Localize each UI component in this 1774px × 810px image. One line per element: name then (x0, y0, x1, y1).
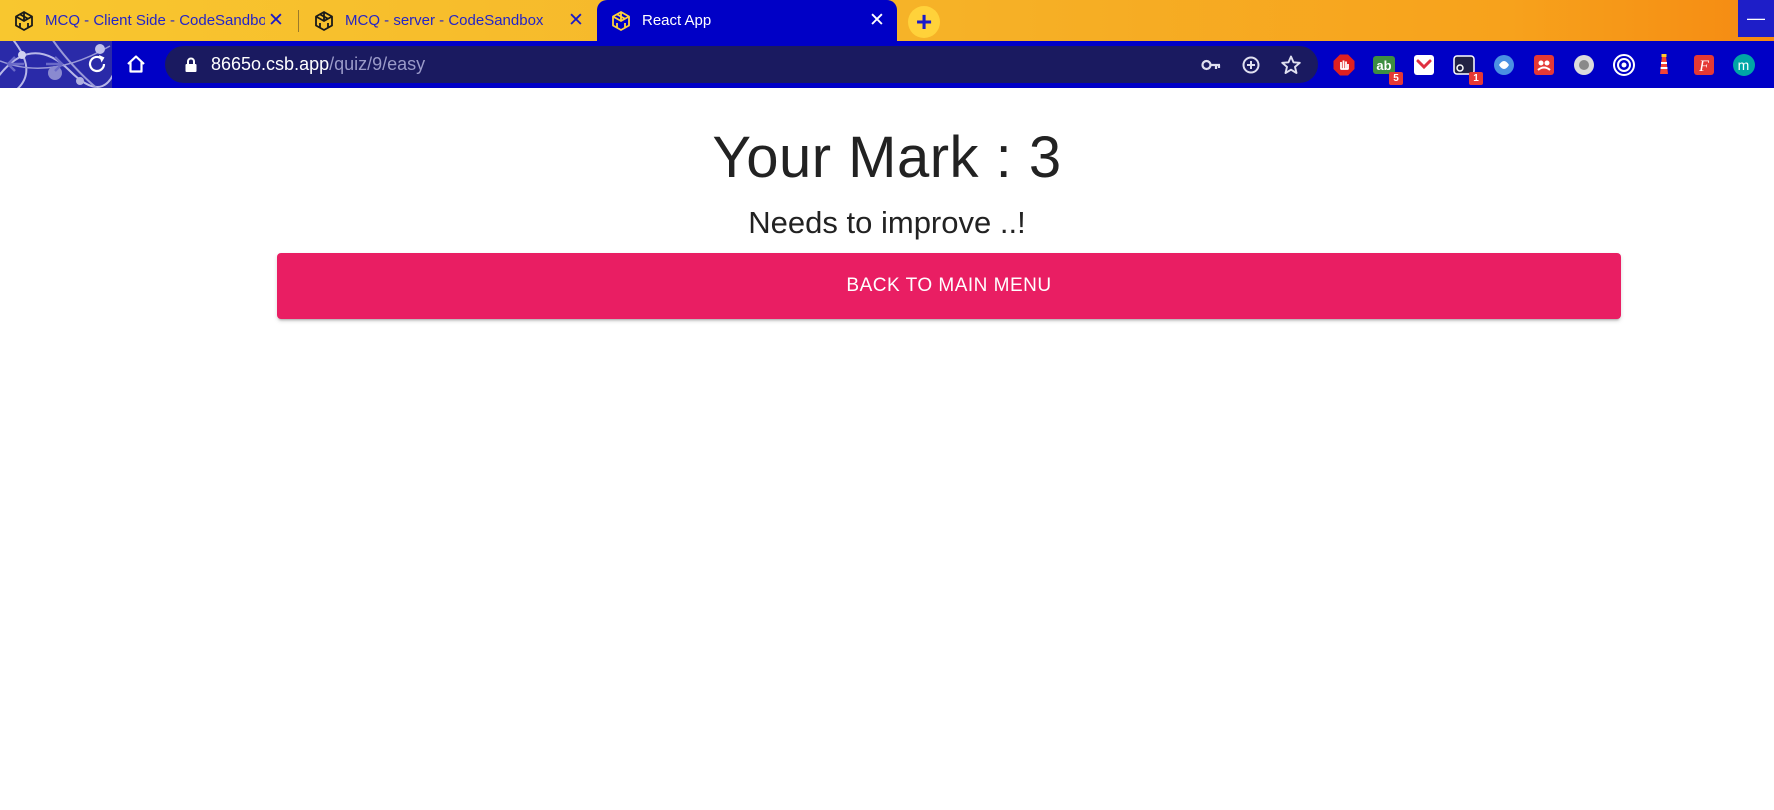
back-to-main-menu-button[interactable]: BACK TO MAIN MENU (277, 253, 1621, 319)
svg-text:F: F (1698, 58, 1709, 75)
adblock-extension-icon[interactable] (1330, 52, 1357, 79)
zoom-icon[interactable] (1238, 52, 1264, 78)
back-arrow-icon[interactable] (2, 50, 30, 78)
close-icon[interactable]: ✕ (866, 10, 888, 32)
tab-title: MCQ - server - CodeSandbox (345, 12, 544, 29)
blue-circle-extension-icon[interactable] (1490, 52, 1517, 79)
bookmark-star-icon[interactable] (1278, 52, 1304, 78)
svg-text:ab: ab (1376, 58, 1391, 73)
codesandbox-icon (14, 10, 34, 31)
new-tab-button[interactable]: + (908, 6, 940, 38)
tab-mcq-client-side[interactable]: MCQ - Client Side - CodeSandbox ✕ (0, 0, 296, 41)
codesandbox-icon (611, 10, 631, 31)
home-icon[interactable] (122, 50, 150, 78)
close-icon[interactable]: ✕ (265, 10, 287, 32)
font-extension-icon[interactable]: F (1690, 52, 1717, 79)
page-content: Your Mark : 3 Needs to improve ..! BACK … (0, 88, 1774, 810)
dictionary-extension-icon[interactable]: ab 5 (1370, 52, 1403, 85)
tab-separator (298, 10, 299, 32)
octopus-extension-icon[interactable] (1530, 52, 1557, 79)
address-bar[interactable]: 8665o.csb.app/quiz/9/easy (165, 46, 1318, 83)
browser-toolbar: 8665o.csb.app/quiz/9/easy ab 5 1 F m (0, 41, 1774, 129)
grey-circle-extension-icon[interactable] (1570, 52, 1597, 79)
tab-react-app[interactable]: React App ✕ (597, 0, 897, 41)
url-text: 8665o.csb.app/quiz/9/easy (211, 54, 425, 75)
extensions-area: ab 5 1 F m (1330, 50, 1757, 85)
score-heading: Your Mark : 3 (712, 125, 1062, 190)
profile-avatar[interactable]: m (1730, 52, 1757, 79)
target-extension-icon[interactable] (1610, 52, 1637, 79)
minimize-window-button[interactable]: — (1738, 0, 1774, 37)
tab-title: React App (642, 12, 712, 29)
url-host: 8665o.csb.app (211, 54, 330, 74)
forward-arrow-icon[interactable] (40, 50, 68, 78)
extension-badge: 1 (1469, 71, 1483, 85)
pocket-extension-icon[interactable] (1410, 52, 1437, 79)
screen-recorder-extension-icon[interactable]: 1 (1450, 52, 1483, 85)
avatar-letter: m (1737, 57, 1750, 73)
close-icon[interactable]: ✕ (565, 10, 587, 32)
lock-icon[interactable] (183, 57, 199, 73)
feedback-text: Needs to improve ..! (748, 205, 1026, 240)
browser-tab-strip: MCQ - Client Side - CodeSandbox ✕ MCQ - … (0, 0, 1774, 41)
tab-title: MCQ - Client Side - CodeSandbox (45, 12, 265, 29)
codesandbox-icon (314, 10, 334, 31)
extension-badge: 5 (1389, 71, 1403, 85)
key-icon[interactable] (1198, 52, 1224, 78)
lighthouse-extension-icon[interactable] (1650, 52, 1677, 79)
reload-icon[interactable] (83, 50, 111, 78)
url-path: /quiz/9/easy (329, 54, 426, 74)
tab-mcq-server[interactable]: MCQ - server - CodeSandbox ✕ (300, 0, 596, 41)
